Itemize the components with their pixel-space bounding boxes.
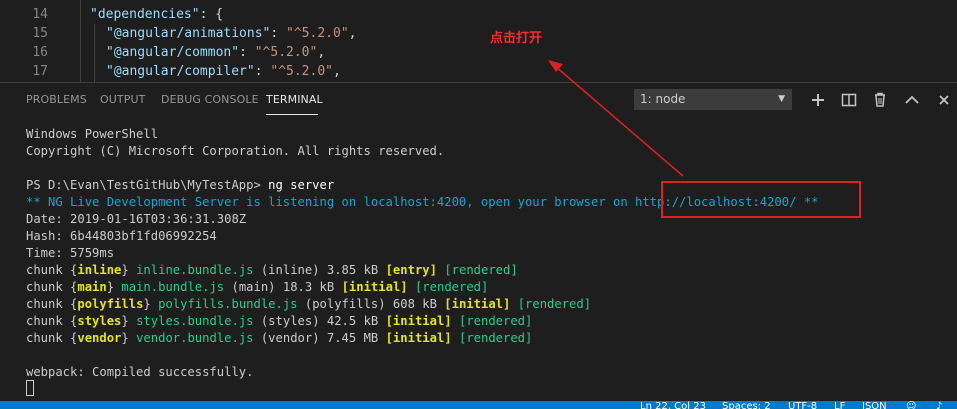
chunk-line: chunk {polyfills} polyfills.bundle.js (p…	[26, 297, 592, 311]
tab-problems[interactable]: PROBLEMS	[26, 93, 87, 106]
chunk-info: (inline) 3.85 kB	[260, 263, 379, 277]
trash-icon[interactable]	[870, 90, 890, 110]
code-line: "@angular/animations": "^5.2.0",	[106, 24, 356, 43]
line-number-gutter: 14 15 16 17	[0, 0, 62, 82]
status-encoding[interactable]: UTF-8	[788, 401, 817, 409]
chunk-word: chunk	[26, 314, 63, 328]
chunk-tag: [initial]	[341, 280, 408, 294]
line-number: 15	[32, 26, 48, 41]
annotation-text: 点击打开	[490, 31, 543, 46]
annotation-highlight-box	[661, 181, 861, 218]
terminal-line: Date: 2019-01-16T03:36:31.308Z	[26, 212, 247, 226]
terminal-line: Hash: 6b44803bf1fd06992254	[26, 229, 217, 243]
close-icon[interactable]	[934, 90, 954, 110]
chunk-status: [rendered]	[444, 263, 518, 277]
json-key: "dependencies"	[90, 7, 200, 22]
json-punct: :	[254, 64, 271, 79]
status-indentation[interactable]: Spaces: 2	[722, 401, 771, 409]
chunk-line: chunk {main} main.bundle.js (main) 18.3 …	[26, 280, 489, 294]
json-punct: ,	[317, 45, 326, 60]
json-key: "@angular/animations"	[106, 26, 271, 41]
terminal-select-dropdown[interactable]: 1: node ▼	[634, 89, 792, 110]
status-bar: Ln 22, Col 23 Spaces: 2 UTF-8 LF JSON ☺ …	[0, 401, 957, 409]
line-number: 16	[32, 45, 48, 60]
chunk-status: [rendered]	[458, 331, 533, 345]
chunk-file: inline.bundle.js	[136, 263, 254, 277]
dropdown-arrow-icon: ▼	[778, 94, 785, 104]
smiley-icon[interactable]: ☺	[906, 401, 916, 409]
bell-icon[interactable]: ♪	[936, 401, 942, 409]
chunk-tag: [initial]	[385, 331, 452, 345]
chunk-info: (main) 18.3 kB	[231, 280, 335, 294]
chunk-name: vendor	[77, 331, 122, 345]
chunk-file: vendor.bundle.js	[136, 331, 254, 345]
terminal-prompt-line: PS D:\Evan\TestGitHub\MyTestApp> ng serv…	[26, 177, 334, 194]
chunk-word: chunk	[26, 263, 63, 277]
indent-guide	[80, 0, 81, 82]
terminal-command: ng server	[268, 178, 335, 192]
json-punct: : {	[199, 7, 224, 22]
terminal-output[interactable]: Windows PowerShell Copyright (C) Microso…	[0, 117, 957, 402]
tab-debug-console[interactable]: DEBUG CONSOLE	[161, 93, 259, 106]
chunk-status: [rendered]	[458, 314, 533, 328]
chunk-tag: [initial]	[444, 297, 511, 311]
json-punct: :	[270, 26, 287, 41]
json-key: "@angular/compiler"	[106, 64, 255, 79]
active-tab-indicator	[266, 114, 318, 115]
line-number: 17	[32, 64, 48, 79]
terminal-prompt: PS D:\Evan\TestGitHub\MyTestApp>	[26, 178, 269, 192]
chunk-line: chunk {styles} styles.bundle.js (styles)…	[26, 314, 533, 328]
code-line: "dependencies": {	[90, 5, 223, 24]
chunk-status: [rendered]	[517, 297, 592, 311]
chunk-word: chunk	[26, 331, 63, 345]
terminal-line: Windows PowerShell	[26, 127, 159, 141]
terminal-line: Copyright (C) Microsoft Corporation. All…	[26, 144, 445, 158]
split-icon[interactable]	[839, 90, 859, 110]
chunk-info: (vendor) 7.45 MB	[260, 331, 379, 345]
chevron-up-icon[interactable]	[902, 90, 922, 110]
json-value: "^5.2.0"	[270, 64, 333, 79]
chunk-line: chunk {inline} inline.bundle.js (inline)…	[26, 263, 518, 277]
chunk-name: styles	[77, 314, 122, 328]
status-cursor-position[interactable]: Ln 22, Col 23	[640, 401, 706, 409]
tab-output[interactable]: OUTPUT	[100, 93, 145, 106]
chunk-file: styles.bundle.js	[136, 314, 254, 328]
chunk-info: (polyfills) 608 kB	[304, 297, 437, 311]
chunk-word: chunk	[26, 297, 63, 311]
code-line: "@angular/common": "^5.2.0",	[106, 43, 325, 62]
chunk-name: main	[77, 280, 107, 294]
terminal-select-value: 1: node	[640, 92, 686, 106]
status-eol[interactable]: LF	[834, 401, 845, 409]
chunk-file: main.bundle.js	[121, 280, 225, 294]
chunk-tag: [initial]	[385, 314, 452, 328]
json-punct: ,	[333, 64, 341, 79]
plus-icon[interactable]	[808, 90, 828, 110]
chunk-tag: [entry]	[385, 263, 437, 277]
line-number: 14	[32, 7, 48, 22]
terminal-line: Time: 5759ms	[26, 246, 115, 260]
json-key: "@angular/common"	[106, 45, 240, 60]
chunk-name: polyfills	[77, 297, 144, 311]
code-editor[interactable]: 14 15 16 17 "dependencies": { "@angular/…	[0, 0, 957, 82]
chunk-info: (styles) 42.5 kB	[260, 314, 379, 328]
terminal-line: webpack: Compiled successfully.	[26, 365, 254, 379]
chunk-line: chunk {vendor} vendor.bundle.js (vendor)…	[26, 331, 533, 345]
indent-guide	[94, 24, 95, 82]
chunk-file: polyfills.bundle.js	[158, 297, 298, 311]
json-punct: :	[239, 45, 255, 60]
chunk-name: inline	[77, 263, 122, 277]
terminal-cursor	[26, 380, 34, 396]
tab-terminal[interactable]: TERMINAL	[266, 93, 323, 106]
json-punct: ,	[348, 26, 357, 41]
json-value: "^5.2.0"	[286, 26, 349, 41]
chunk-status: [rendered]	[414, 280, 489, 294]
json-value: "^5.2.0"	[254, 45, 318, 60]
code-line: "@angular/compiler": "^5.2.0",	[106, 62, 341, 81]
status-language[interactable]: JSON	[862, 401, 887, 409]
chunk-word: chunk	[26, 280, 63, 294]
